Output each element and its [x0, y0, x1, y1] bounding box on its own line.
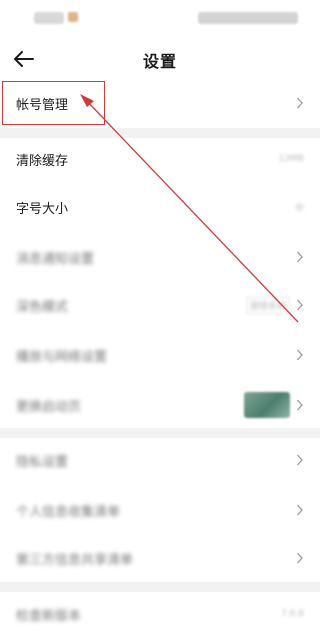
row-right: [244, 392, 304, 418]
nav-bar: 设置: [0, 40, 320, 78]
chevron-right-icon: [297, 349, 303, 361]
chevron-right-icon: [297, 251, 303, 263]
settings-row-clear-cache[interactable]: 清除缓存 13MB: [0, 134, 320, 184]
annotation-highlight-box: [2, 81, 105, 125]
settings-row-dark-mode[interactable]: 深色模式 跟随系统: [0, 280, 320, 330]
settings-row-check-update[interactable]: 检查新版本 7.0.8: [0, 589, 320, 633]
dark-mode-value: 跟随系统: [245, 296, 290, 314]
page-title: 设置: [142, 52, 177, 71]
status-bar: [0, 0, 320, 36]
font-size-value: 中: [294, 203, 304, 214]
version-value: 7.0.8: [281, 609, 304, 619]
settings-row-launch-page[interactable]: 更换启动页: [0, 380, 320, 430]
chevron-right-icon: [297, 299, 303, 311]
settings-row-privacy[interactable]: 隐私设置: [0, 435, 320, 485]
chevron-right-icon: [297, 504, 303, 516]
settings-row-notifications[interactable]: 消息通知设置: [0, 232, 320, 282]
row-label: 消息通知设置: [16, 251, 95, 267]
cache-size-value: 13MB: [278, 154, 304, 164]
chevron-right-icon: [297, 399, 303, 411]
row-label: 更换启动页: [16, 399, 82, 415]
row-label: 清除缓存: [16, 153, 69, 169]
launch-page-thumbnail: [244, 392, 290, 418]
settings-row-font-size[interactable]: 字号大小 中: [0, 182, 320, 232]
settings-row-personal-info-list[interactable]: 个人信息收集清单: [0, 485, 320, 535]
settings-row-playback-network[interactable]: 播放与网络设置: [0, 330, 320, 380]
chevron-right-icon: [297, 454, 303, 466]
row-label: 第三方信息共享清单: [16, 552, 134, 568]
chevron-right-icon: [297, 552, 303, 564]
row-label: 隐私设置: [16, 454, 69, 470]
row-right: 跟随系统: [245, 296, 304, 314]
row-label: 字号大小: [16, 201, 69, 217]
status-indicators: [198, 12, 298, 24]
chevron-right-icon: [297, 97, 303, 109]
row-label: 检查新版本: [16, 608, 82, 624]
settings-row-third-party-list[interactable]: 第三方信息共享清单: [0, 533, 320, 583]
status-time: [34, 12, 64, 24]
row-label: 播放与网络设置: [16, 349, 108, 365]
row-label: 深色模式: [16, 299, 69, 315]
notification-icon: [68, 12, 78, 22]
row-label: 个人信息收集清单: [16, 504, 121, 520]
